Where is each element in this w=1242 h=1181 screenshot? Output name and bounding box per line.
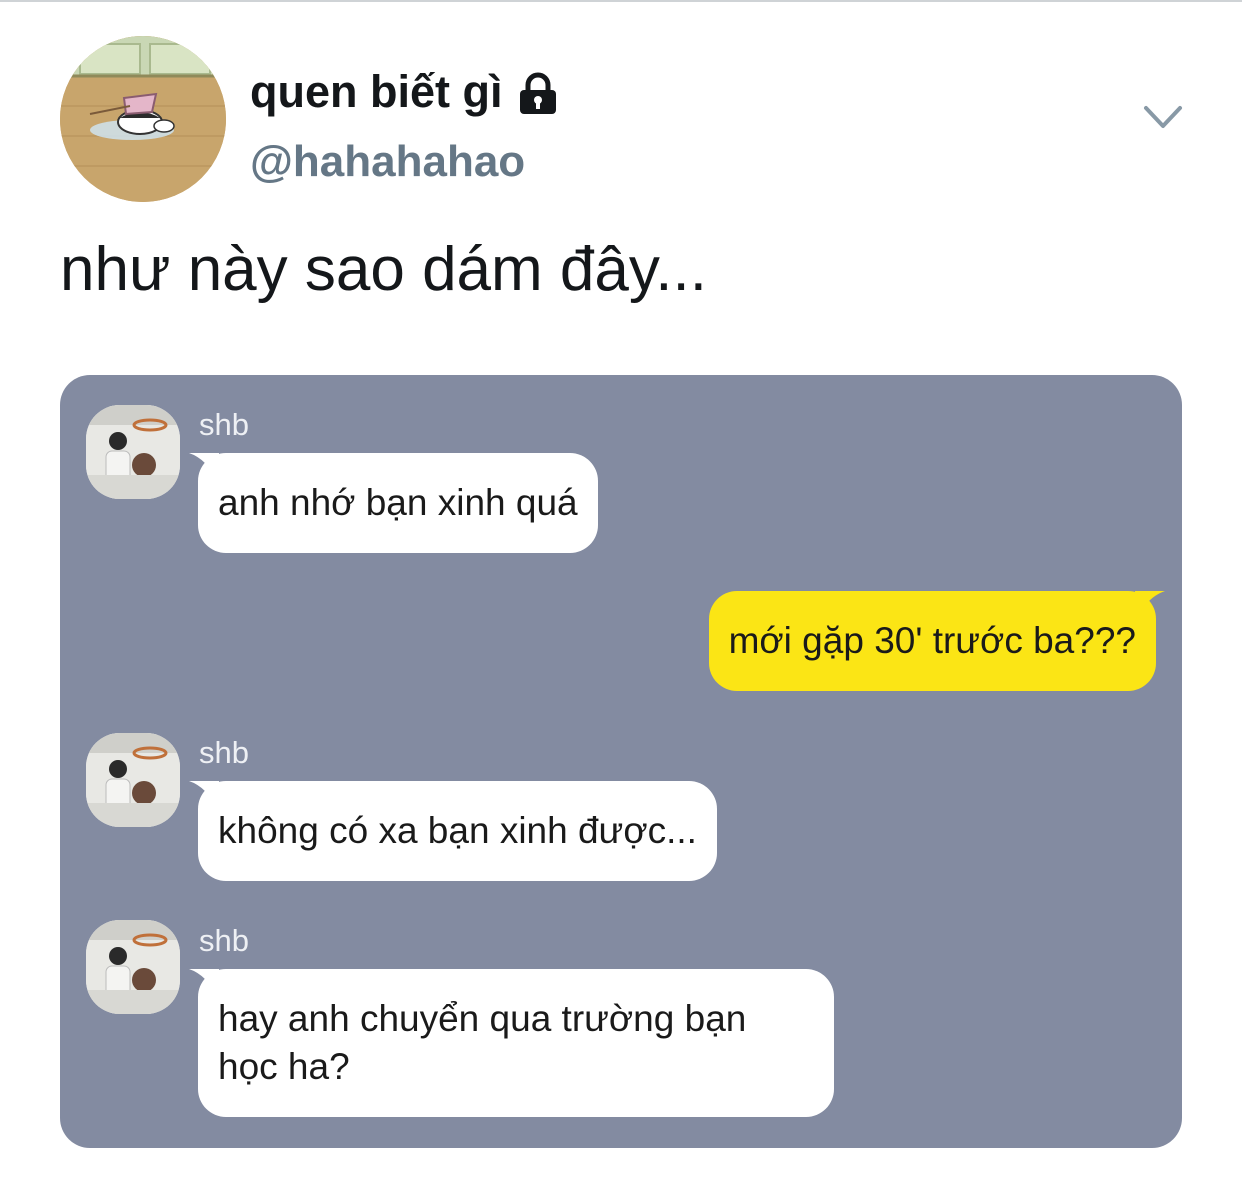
bubble-tail: [1135, 591, 1165, 621]
outgoing-message-bubble[interactable]: mới gặp 30' trước ba???: [708, 591, 1165, 691]
message-text: không có xa bạn xinh được...: [218, 810, 697, 851]
tweet-text: như này sao dám đây...: [60, 235, 707, 304]
author-name-row: quen biết gì @hahahahao: [250, 62, 561, 186]
incoming-message-bubble[interactable]: hay anh chuyển qua trường bạn học ha?: [189, 969, 834, 1117]
message-sender: shb: [199, 923, 249, 958]
avatar-illustration: [60, 36, 226, 202]
message-sender: shb: [199, 735, 249, 770]
chevron-down-icon: [1144, 106, 1182, 128]
author-display-name[interactable]: quen biết gì: [250, 62, 503, 122]
author-handle[interactable]: @hahahahao: [250, 132, 525, 192]
profile-avatar[interactable]: [60, 36, 226, 202]
bubble-tail: [189, 453, 219, 483]
message-text: anh nhớ bạn xinh quá: [218, 482, 578, 523]
message-text: mới gặp 30' trước ba???: [728, 620, 1136, 661]
top-divider: [0, 0, 1242, 2]
message-sender: shb: [199, 407, 249, 442]
tweet-media-image[interactable]: shb anh nhớ bạn xinh quá mới gặp 30' trư…: [60, 375, 1182, 1148]
lock-icon: [515, 70, 561, 114]
chat-avatar: [86, 920, 180, 1014]
bubble-tail: [189, 781, 219, 811]
message-text-line: học ha?: [218, 1046, 350, 1087]
incoming-message-bubble[interactable]: không có xa bạn xinh được...: [189, 781, 717, 881]
bubble-tail: [189, 969, 219, 999]
chat-avatar: [86, 405, 180, 499]
chat-avatar: [86, 733, 180, 827]
more-options-button[interactable]: [1140, 98, 1186, 138]
message-text-line: hay anh chuyển qua trường bạn: [218, 998, 747, 1039]
incoming-message-bubble[interactable]: anh nhớ bạn xinh quá: [189, 453, 598, 553]
